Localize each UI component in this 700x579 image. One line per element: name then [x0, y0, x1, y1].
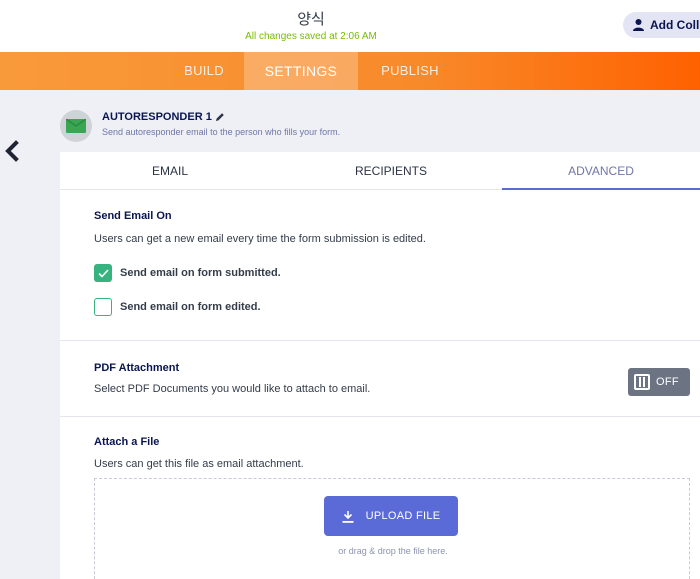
upload-icon — [342, 510, 354, 523]
tab-email[interactable]: EMAIL — [60, 152, 280, 190]
back-button[interactable] — [3, 140, 21, 162]
send-email-on-title: Send Email On — [94, 210, 172, 222]
tab-advanced[interactable]: ADVANCED — [502, 152, 700, 190]
attach-file-title: Attach a File — [94, 436, 160, 448]
submitted-checkbox[interactable] — [94, 264, 112, 282]
attach-file-description: Users can get this file as email attachm… — [94, 458, 304, 470]
toggle-knob — [634, 374, 650, 390]
nav-tab-publish[interactable]: PUBLISH — [366, 52, 454, 90]
drop-hint: or drag & drop the file here. — [338, 546, 448, 556]
tab-recipients[interactable]: RECIPIENTS — [280, 152, 502, 190]
save-status: All changes saved at 2:06 AM — [245, 31, 377, 42]
chevron-left-icon — [5, 140, 19, 162]
pdf-attachment-toggle[interactable]: OFF — [628, 368, 690, 396]
autoresponder-avatar — [60, 110, 92, 142]
email-tabs: EMAIL RECIPIENTS ADVANCED — [60, 152, 700, 190]
pencil-icon[interactable] — [215, 112, 225, 122]
submitted-checkbox-label[interactable]: Send email on form submitted. — [120, 267, 281, 279]
form-title[interactable]: 양식 — [0, 8, 622, 29]
add-collaborators-label: Add Coll — [650, 18, 700, 32]
pdf-attachment-description: Select PDF Documents you would like to a… — [94, 383, 371, 395]
edited-checkbox-label[interactable]: Send email on form edited. — [120, 301, 261, 313]
nav-tab-settings[interactable]: SETTINGS — [244, 52, 358, 90]
check-icon — [97, 268, 109, 278]
autoresponder-subtitle: Send autoresponder email to the person w… — [102, 127, 341, 137]
nav-tab-build[interactable]: BUILD — [166, 52, 242, 90]
top-bar: 양식 All changes saved at 2:06 AM Add Coll — [0, 0, 700, 52]
file-dropzone[interactable]: UPLOAD FILE or drag & drop the file here… — [94, 478, 690, 579]
toggle-label: OFF — [656, 376, 679, 388]
upload-file-label: UPLOAD FILE — [365, 510, 441, 522]
add-collaborators-button[interactable]: Add Coll — [623, 12, 700, 38]
user-icon — [633, 19, 644, 31]
builder-nav: BUILD SETTINGS PUBLISH — [0, 52, 700, 90]
autoresponder-title[interactable]: AUTORESPONDER 1 — [102, 111, 225, 123]
edited-checkbox[interactable] — [94, 298, 112, 316]
pdf-attachment-title: PDF Attachment — [94, 362, 180, 374]
envelope-icon — [66, 119, 86, 133]
send-email-on-description: Users can get a new email every time the… — [94, 233, 426, 245]
divider — [60, 416, 700, 417]
divider — [60, 340, 700, 341]
upload-file-button[interactable]: UPLOAD FILE — [324, 496, 458, 536]
autoresponder-title-text: AUTORESPONDER 1 — [102, 111, 212, 123]
